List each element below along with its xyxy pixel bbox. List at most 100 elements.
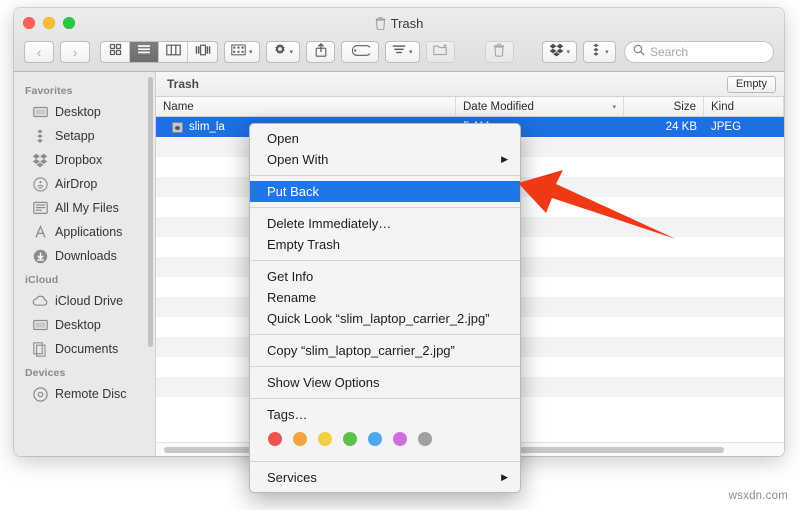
submenu-arrow-icon: ▶: [501, 154, 508, 164]
menu-separator: [250, 366, 520, 367]
sidebar-item-all-my-files[interactable]: All My Files: [14, 196, 155, 220]
sidebar-item-applications[interactable]: Applications: [14, 220, 155, 244]
chevron-down-icon: ▾: [289, 48, 294, 56]
menu-item-label: Get Info: [267, 269, 314, 284]
menu-item-quick-look-slim-laptop-carrier-2-jpg[interactable]: Quick Look “slim_laptop_carrier_2.jpg”: [250, 308, 520, 329]
close-button[interactable]: [23, 17, 35, 29]
tag-dot-purple[interactable]: [393, 432, 407, 446]
menu-separator: [250, 461, 520, 462]
dropbox-button[interactable]: ▾: [541, 41, 578, 63]
arrange-by-button[interactable]: ▾: [224, 41, 260, 63]
coverflow-icon: [195, 43, 211, 61]
arrange-grid-icon: [231, 43, 246, 61]
column-header-kind[interactable]: Kind: [704, 97, 784, 116]
menu-separator: [250, 175, 520, 176]
sidebar-item-icloud-desktop[interactable]: Desktop: [14, 313, 155, 337]
sidebar-item-label: All My Files: [55, 201, 119, 215]
sidebar-item-setapp[interactable]: Setapp: [14, 124, 155, 148]
chevron-down-icon: ▾: [605, 48, 609, 56]
sidebar-item-label: iCloud Drive: [55, 294, 124, 308]
column-header-name[interactable]: Name: [156, 97, 456, 116]
menu-item-get-info[interactable]: Get Info: [250, 266, 520, 287]
chevron-down-icon: ▾: [409, 48, 413, 56]
tag-dot-orange[interactable]: [293, 432, 307, 446]
sidebar-item-label: Desktop: [55, 105, 101, 119]
sidebar-item-desktop[interactable]: Desktop: [14, 100, 155, 124]
chevron-left-icon: ‹: [36, 44, 42, 60]
new-folder-button[interactable]: [425, 41, 455, 63]
desktop-icon: [32, 317, 48, 333]
menu-item-rename[interactable]: Rename: [250, 287, 520, 308]
sidebar-item-downloads[interactable]: Downloads: [14, 244, 155, 268]
sidebar-section-header: iCloud: [25, 274, 59, 286]
menu-item-tags[interactable]: Tags…: [250, 404, 520, 425]
window-titlebar: Trash ‹ › ▾ ▾ ▾ ▾ ▾ Search: [14, 8, 784, 72]
sidebar-item-icloud-drive[interactable]: iCloud Drive: [14, 289, 155, 313]
menu-item-copy-slim-laptop-carrier-2-jpg[interactable]: Copy “slim_laptop_carrier_2.jpg”: [250, 340, 520, 361]
search-field[interactable]: Search: [624, 41, 774, 63]
documents-icon: [32, 341, 48, 357]
sidebar-item-label: Setapp: [55, 129, 95, 143]
column-header-date-modified[interactable]: Date Modified ▾: [456, 97, 624, 116]
minimize-button[interactable]: [43, 17, 55, 29]
tag-dot-green[interactable]: [343, 432, 357, 446]
tag-dot-yellow[interactable]: [318, 432, 332, 446]
sidebar-item-remote-disc[interactable]: Remote Disc: [14, 382, 155, 406]
share-button[interactable]: [306, 41, 336, 63]
window-title-text: Trash: [390, 16, 424, 31]
list-view-button[interactable]: [130, 42, 159, 62]
column-headers: Name Date Modified ▾ Size Kind: [156, 97, 784, 117]
file-name-text: slim_la: [189, 121, 225, 133]
setapp-icon: [32, 128, 48, 144]
column-header-size[interactable]: Size: [624, 97, 704, 116]
tag-dot-blue[interactable]: [368, 432, 382, 446]
action-gear-button[interactable]: ▾: [265, 41, 301, 63]
sidebar-item-label: Applications: [55, 225, 123, 239]
back-button[interactable]: ‹: [24, 41, 54, 63]
menu-item-label: Put Back: [267, 184, 320, 199]
context-menu[interactable]: Open Open With ▶ Put Back Delete Immediately…: [249, 123, 521, 493]
desktop-icon: [32, 104, 48, 120]
view-mode-segmented-control: [100, 41, 218, 63]
sidebar-item-airdrop[interactable]: AirDrop: [14, 172, 155, 196]
sidebar-item-label: Downloads: [55, 249, 117, 263]
disc-icon: [32, 386, 48, 402]
new-folder-icon: [432, 43, 448, 61]
sidebar-item-label: Documents: [55, 342, 119, 356]
menu-item-show-view-options[interactable]: Show View Options: [250, 372, 520, 393]
dropbox-icon: [549, 43, 564, 62]
coverflow-view-button[interactable]: [188, 42, 217, 62]
tag-dot-red[interactable]: [268, 432, 282, 446]
menu-item-empty-trash[interactable]: Empty Trash: [250, 234, 520, 255]
sidebar-scrollbar[interactable]: [148, 77, 153, 347]
icon-view-button[interactable]: [101, 42, 130, 62]
setapp-icon: [590, 43, 602, 62]
sidebar-item-label: Remote Disc: [55, 387, 127, 401]
column-view-button[interactable]: [159, 42, 188, 62]
traffic-light-group: [23, 17, 75, 29]
empty-trash-button[interactable]: Empty: [726, 75, 776, 93]
screenshot-root: Trash ‹ › ▾ ▾ ▾ ▾ ▾ Search Favorites Des…: [0, 0, 800, 510]
menu-item-delete-immediately[interactable]: Delete Immediately…: [250, 213, 520, 234]
tag-button[interactable]: [341, 41, 380, 63]
menu-item-put-back[interactable]: Put Back: [250, 181, 520, 202]
menu-item-open-with[interactable]: Open With ▶: [250, 149, 520, 170]
all-my-files-icon: [32, 200, 48, 216]
zoom-button[interactable]: [63, 17, 75, 29]
sidebar-item-dropbox[interactable]: Dropbox: [14, 148, 155, 172]
delete-button[interactable]: [484, 41, 514, 63]
sidebar-section-header: Devices: [25, 367, 66, 379]
forward-button[interactable]: ›: [60, 41, 90, 63]
menu-item-services[interactable]: Services ▶: [250, 467, 520, 488]
setapp-button[interactable]: ▾: [583, 41, 616, 63]
menu-item-label: Open: [267, 131, 299, 146]
menu-item-open[interactable]: Open: [250, 128, 520, 149]
menu-item-label: Empty Trash: [267, 237, 340, 252]
sidebar-item-documents[interactable]: Documents: [14, 337, 155, 361]
sort-by-button[interactable]: ▾: [385, 41, 420, 63]
sidebar-section-header: Favorites: [25, 85, 73, 97]
sidebar-item-label: Dropbox: [55, 153, 103, 167]
tag-dot-gray[interactable]: [418, 432, 432, 446]
path-bar: Trash Empty: [156, 72, 784, 97]
file-size-cell: 24 KB: [665, 121, 697, 133]
